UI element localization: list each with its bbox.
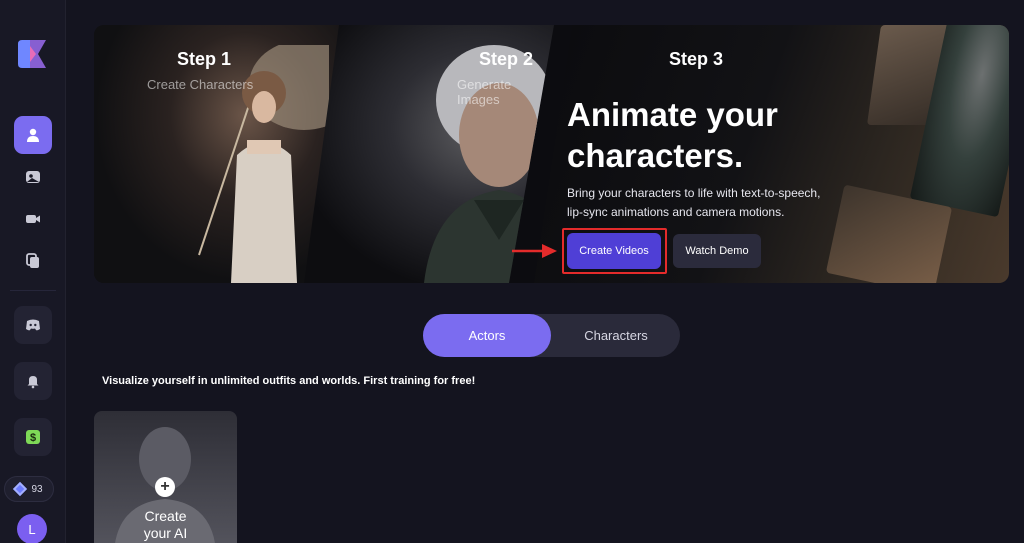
gem-icon <box>13 481 28 497</box>
tab-actors[interactable]: Actors <box>423 314 551 357</box>
hero-description: Bring your characters to life with text-… <box>567 186 821 219</box>
info-text: Visualize yourself in unlimited outfits … <box>102 375 476 387</box>
nav-library[interactable] <box>14 242 52 280</box>
plus-icon: + <box>155 477 175 497</box>
nav-actors[interactable] <box>14 116 52 154</box>
sidebar: $ 93 L <box>0 0 66 543</box>
app-logo[interactable] <box>16 40 48 68</box>
create-videos-button[interactable]: Create Videos <box>567 233 661 269</box>
discord-icon <box>26 319 40 331</box>
credits-badge[interactable]: 93 <box>4 476 54 502</box>
image-icon <box>26 171 40 183</box>
nav-discord[interactable] <box>14 306 52 344</box>
create-card-label: Create your AI <box>143 508 188 541</box>
dollar-icon: $ <box>26 430 40 444</box>
nav-images[interactable] <box>14 158 52 196</box>
actor-character-tabs: Actors Characters <box>423 314 680 357</box>
user-icon <box>27 128 39 142</box>
svg-text:$: $ <box>30 432 36 444</box>
user-avatar[interactable]: L <box>17 514 47 543</box>
nav-videos[interactable] <box>14 200 52 238</box>
create-actor-card[interactable]: + Create your AI <box>94 411 237 543</box>
video-camera-icon <box>26 215 40 223</box>
step1-label: Step 1 <box>177 49 232 69</box>
bell-icon <box>27 376 39 389</box>
hero-title: Animate your characters. <box>567 96 778 174</box>
hero-banner: Step 1 Create Characters Step 2 Generate… <box>94 25 1009 283</box>
copy-icon <box>26 253 39 268</box>
step2-label: Step 2 <box>479 49 534 69</box>
credits-count: 93 <box>31 483 43 495</box>
watch-demo-button[interactable]: Watch Demo <box>673 234 761 268</box>
tab-characters[interactable]: Characters <box>552 314 680 357</box>
nav-pricing[interactable]: $ <box>14 418 52 456</box>
step2-subtitle: Generate Images <box>457 77 512 107</box>
step1-subtitle: Create Characters <box>147 77 254 92</box>
sidebar-divider <box>10 290 56 291</box>
step3-label: Step 3 <box>669 49 724 69</box>
nav-notifications[interactable] <box>14 362 52 400</box>
arrow-right-icon <box>512 244 557 258</box>
